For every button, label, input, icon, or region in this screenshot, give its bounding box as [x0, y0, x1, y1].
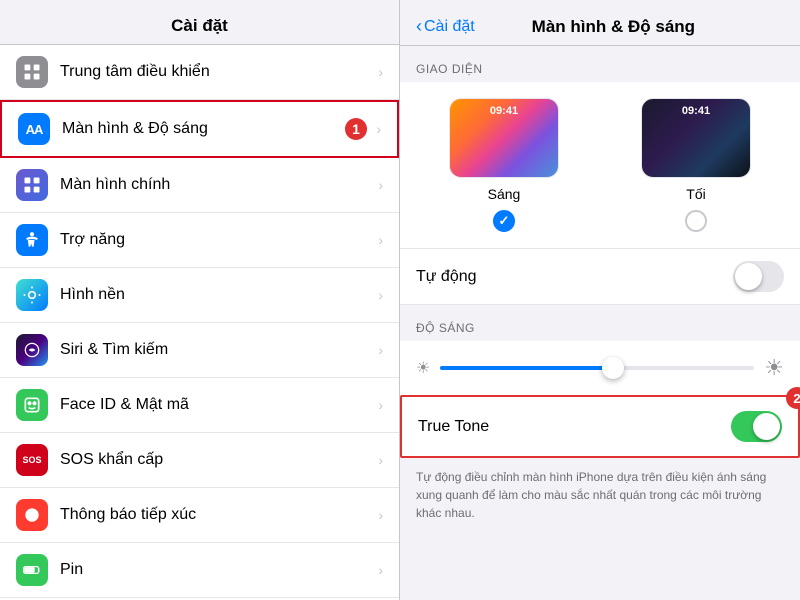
- chevron-icon: ›: [378, 452, 383, 468]
- true-tone-label: True Tone: [418, 418, 731, 436]
- badge-2: 2: [786, 387, 800, 409]
- chevron-icon: ›: [378, 342, 383, 358]
- settings-sidebar: Cài đặt Trung tâm điều khiển › AA Màn hì…: [0, 0, 400, 600]
- sidebar-item-label: SOS khẩn cấp: [60, 451, 378, 469]
- badge-1: 1: [345, 118, 367, 140]
- sos-icon: SOS: [16, 444, 48, 476]
- brightness-section: ☀ ☀ True Tone 2: [400, 341, 800, 458]
- do-sang-label: ĐỘ SÁNG: [400, 305, 800, 341]
- sidebar-item-label: Trợ năng: [60, 231, 378, 249]
- chevron-icon: ›: [378, 177, 383, 193]
- sidebar-item-display-brightness[interactable]: AA Màn hình & Độ sáng › 1: [0, 100, 399, 158]
- auto-label: Tự động: [416, 268, 733, 286]
- chevron-icon: ›: [378, 287, 383, 303]
- sidebar-item-label: Hình nền: [60, 286, 378, 304]
- back-label: Cài đặt: [424, 18, 475, 36]
- chevron-icon: ›: [378, 64, 383, 80]
- sidebar-item-label: Màn hình chính: [60, 176, 378, 194]
- face-id-icon: [16, 389, 48, 421]
- sidebar-item-home-screen[interactable]: Màn hình chính ›: [0, 158, 399, 213]
- true-tone-description: Tự động điều chỉnh màn hình iPhone dựa t…: [400, 458, 800, 532]
- display-brightness-icon: AA: [18, 113, 50, 145]
- sidebar-item-label: Màn hình & Độ sáng: [62, 120, 376, 138]
- detail-title: Màn hình & Độ sáng: [483, 17, 744, 37]
- giao-dien-label: GIAO DIỆN: [400, 46, 800, 82]
- light-theme-preview: 09:41: [449, 98, 559, 178]
- auto-toggle[interactable]: [733, 261, 784, 292]
- home-screen-icon: [16, 169, 48, 201]
- light-theme-label: Sáng: [488, 186, 521, 202]
- theme-light-option[interactable]: 09:41 Sáng: [424, 98, 584, 232]
- sidebar-item-label: Face ID & Mật mã: [60, 396, 378, 414]
- accessibility-icon: [16, 224, 48, 256]
- dark-theme-label: Tối: [686, 186, 705, 202]
- true-tone-row: True Tone 2: [400, 395, 800, 458]
- detail-header: ‹ Cài đặt Màn hình & Độ sáng: [400, 0, 800, 46]
- sidebar-item-control-center[interactable]: Trung tâm điều khiển ›: [0, 45, 399, 100]
- theme-section: 09:41 Sáng 09:41 Tối Tự động: [400, 82, 800, 305]
- sidebar-item-label: Trung tâm điều khiển: [60, 63, 378, 81]
- light-theme-radio[interactable]: [493, 210, 515, 232]
- true-tone-toggle-knob: [753, 413, 780, 440]
- wallpaper-icon: [16, 279, 48, 311]
- control-center-icon: [16, 56, 48, 88]
- sidebar-item-label: Thông báo tiếp xúc: [60, 506, 378, 524]
- chevron-icon: ›: [376, 121, 381, 137]
- brightness-sun-small-icon: ☀: [416, 358, 430, 378]
- back-chevron-icon: ‹: [416, 16, 422, 37]
- sidebar-item-face-id[interactable]: Face ID & Mật mã ›: [0, 378, 399, 433]
- dark-theme-preview: 09:41: [641, 98, 751, 178]
- sidebar-header: Cài đặt: [0, 0, 399, 45]
- light-theme-time: 09:41: [490, 105, 518, 117]
- sidebar-item-label: Siri & Tìm kiếm: [60, 341, 378, 359]
- exposure-icon: [16, 499, 48, 531]
- settings-list: Trung tâm điều khiển › AA Màn hình & Độ …: [0, 45, 399, 600]
- auto-row: Tự động: [400, 248, 800, 305]
- sidebar-item-battery[interactable]: Pin ›: [0, 543, 399, 598]
- dark-theme-time: 09:41: [682, 105, 710, 117]
- sidebar-item-accessibility[interactable]: Trợ năng ›: [0, 213, 399, 268]
- theme-dark-option[interactable]: 09:41 Tối: [616, 98, 776, 232]
- true-tone-toggle[interactable]: [731, 411, 782, 442]
- chevron-icon: ›: [378, 232, 383, 248]
- back-button[interactable]: ‹ Cài đặt: [416, 16, 475, 37]
- sidebar-item-exposure[interactable]: Thông báo tiếp xúc ›: [0, 488, 399, 543]
- brightness-row: ☀ ☀: [400, 341, 800, 395]
- slider-thumb: [602, 357, 624, 379]
- detail-content: GIAO DIỆN 09:41 Sáng 09:41 Tối: [400, 46, 800, 600]
- sidebar-item-siri[interactable]: Siri & Tìm kiếm ›: [0, 323, 399, 378]
- battery-icon: [16, 554, 48, 586]
- theme-row: 09:41 Sáng 09:41 Tối: [400, 82, 800, 248]
- siri-icon: [16, 334, 48, 366]
- sidebar-item-sos[interactable]: SOS SOS khẩn cấp ›: [0, 433, 399, 488]
- chevron-icon: ›: [378, 397, 383, 413]
- sidebar-item-label: Pin: [60, 561, 378, 579]
- dark-theme-radio[interactable]: [685, 210, 707, 232]
- brightness-slider[interactable]: [440, 366, 754, 370]
- brightness-sun-large-icon: ☀: [764, 355, 784, 381]
- sidebar-item-wallpaper[interactable]: Hình nền ›: [0, 268, 399, 323]
- toggle-knob: [735, 263, 762, 290]
- detail-panel: ‹ Cài đặt Màn hình & Độ sáng GIAO DIỆN 0…: [400, 0, 800, 600]
- slider-fill: [440, 366, 613, 370]
- chevron-icon: ›: [378, 562, 383, 578]
- chevron-icon: ›: [378, 507, 383, 523]
